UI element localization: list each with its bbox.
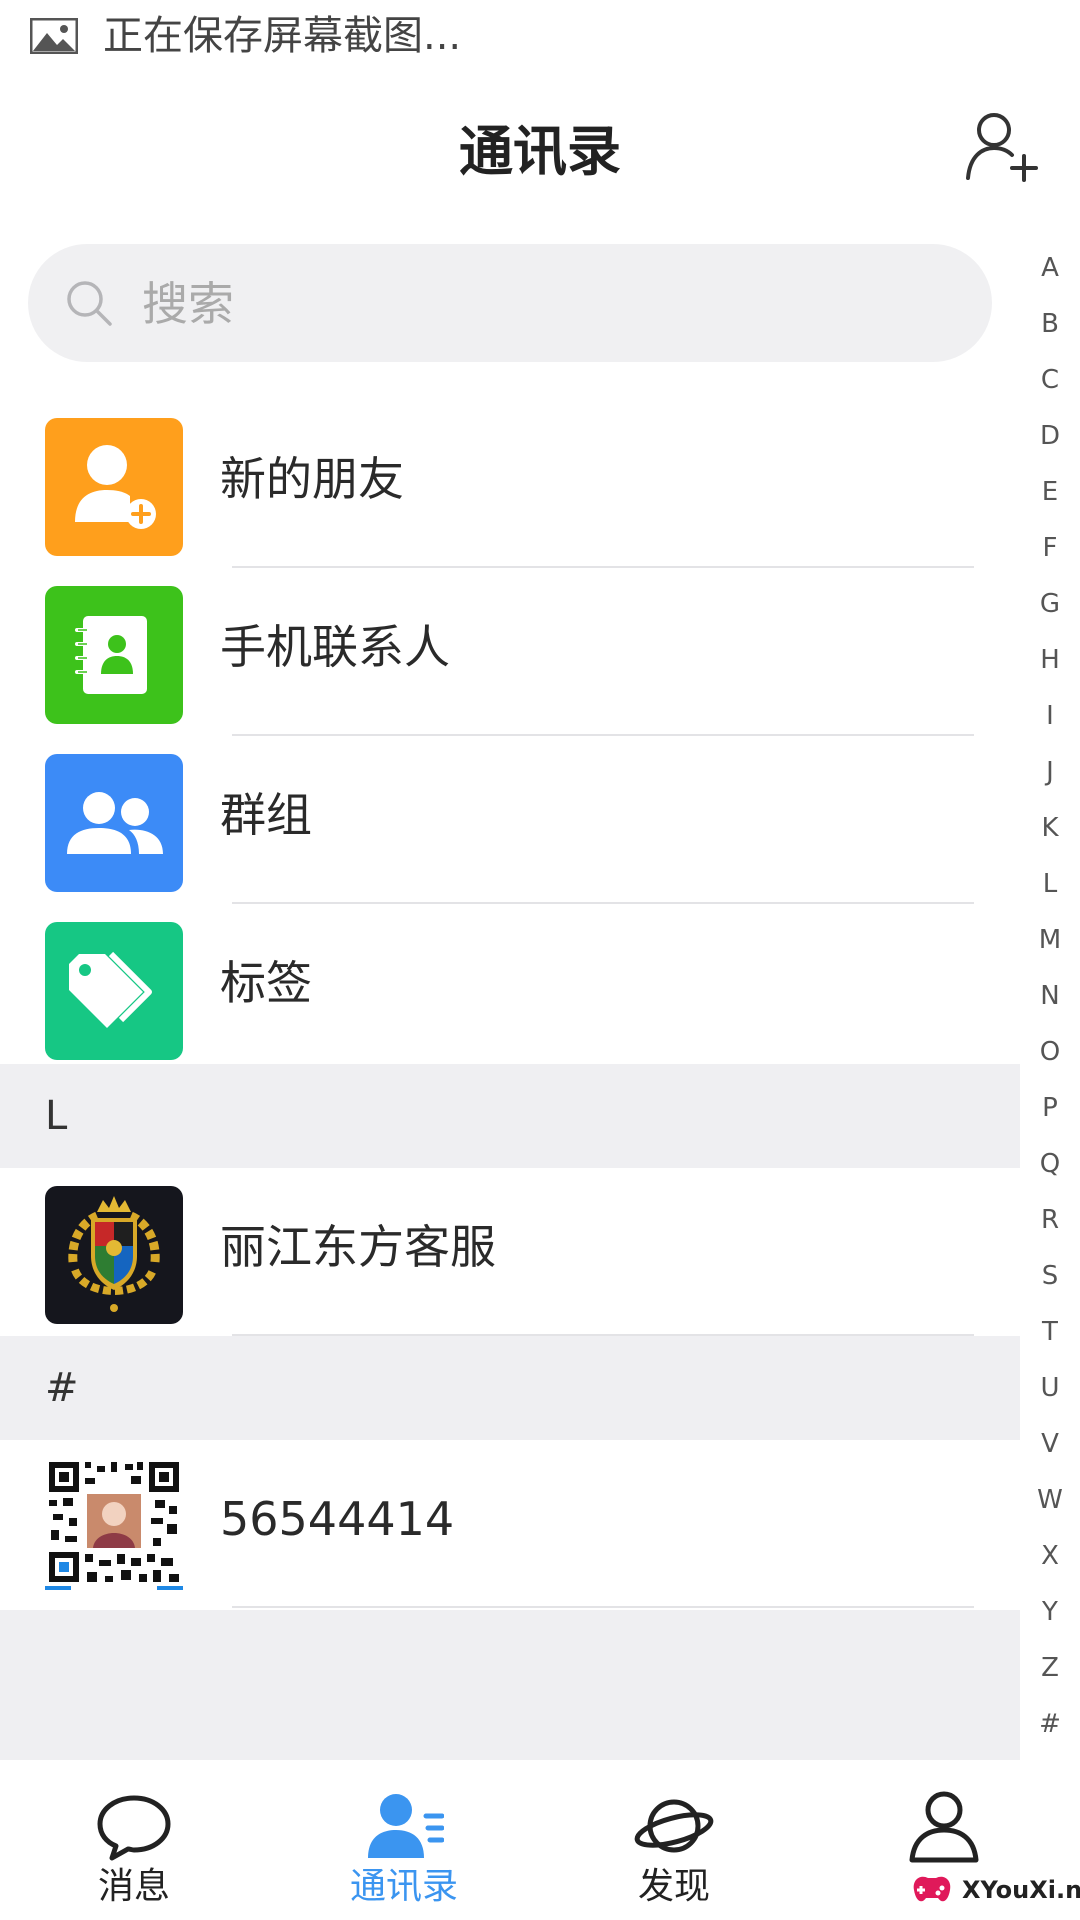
section-letter: # bbox=[45, 1365, 79, 1411]
status-text: 正在保存屏幕截图... bbox=[103, 13, 462, 59]
profile-icon bbox=[909, 1791, 979, 1863]
contact-name: 丽江东方客服 bbox=[220, 1220, 496, 1274]
index-letter[interactable]: Z bbox=[1020, 1648, 1080, 1688]
index-letter[interactable]: E bbox=[1020, 472, 1080, 512]
tags-item[interactable]: 标签 bbox=[0, 904, 1020, 1072]
phone-contacts-label: 手机联系人 bbox=[220, 620, 450, 674]
add-friend-icon bbox=[75, 445, 156, 529]
index-letter[interactable]: W bbox=[1020, 1480, 1080, 1520]
planet-icon bbox=[634, 1799, 714, 1853]
tab-messages[interactable]: 消息 bbox=[34, 1760, 234, 1920]
search-icon bbox=[67, 281, 112, 326]
index-letter[interactable]: C bbox=[1020, 360, 1080, 400]
groups-item[interactable]: 群组 bbox=[0, 736, 1020, 904]
watermark: XYouXi.net bbox=[906, 1864, 1080, 1916]
index-letter[interactable]: # bbox=[1020, 1704, 1080, 1744]
index-letter[interactable]: O bbox=[1020, 1032, 1080, 1072]
tags-label: 标签 bbox=[220, 956, 312, 1010]
tag-icon bbox=[69, 951, 152, 1028]
chat-bubble-icon bbox=[97, 1795, 171, 1861]
index-letter[interactable]: M bbox=[1020, 920, 1080, 960]
crest-logo-icon bbox=[68, 1196, 160, 1312]
section-header-l: L bbox=[0, 1064, 1020, 1168]
tags-tile bbox=[45, 922, 183, 1060]
index-letter[interactable]: R bbox=[1020, 1200, 1080, 1240]
new-friends-tile bbox=[45, 418, 183, 556]
search-input[interactable] bbox=[140, 268, 944, 340]
contacts-icon bbox=[368, 1794, 444, 1858]
group-icon bbox=[67, 792, 163, 854]
empty-list-area bbox=[0, 1610, 1020, 1760]
index-letter[interactable]: S bbox=[1020, 1256, 1080, 1296]
new-friends-label: 新的朋友 bbox=[220, 452, 404, 506]
page-title: 通讯录 bbox=[459, 120, 621, 183]
contact-row[interactable]: 56544414 bbox=[0, 1440, 1020, 1608]
index-letter[interactable]: P bbox=[1020, 1088, 1080, 1128]
index-letter[interactable]: K bbox=[1020, 808, 1080, 848]
alphabet-index[interactable]: A B C D E F G H I J K L M N O P Q R S T … bbox=[1020, 240, 1080, 1760]
header: 通讯录 bbox=[0, 72, 1080, 224]
image-icon bbox=[30, 18, 78, 54]
tab-label: 发现 bbox=[637, 1866, 710, 1907]
index-letter[interactable]: N bbox=[1020, 976, 1080, 1016]
tab-discover[interactable]: 发现 bbox=[574, 1760, 774, 1920]
phone-contacts-icon bbox=[75, 616, 147, 694]
status-bar: 正在保存屏幕截图... bbox=[0, 0, 1080, 72]
section-letter: L bbox=[45, 1093, 68, 1139]
phone-contacts-item[interactable]: 手机联系人 bbox=[0, 568, 1020, 736]
contact-row[interactable]: 丽江东方客服 bbox=[0, 1168, 1020, 1336]
watermark-text: XYouXi.net bbox=[962, 1876, 1080, 1904]
index-letter[interactable]: D bbox=[1020, 416, 1080, 456]
tab-label: 消息 bbox=[97, 1866, 170, 1907]
gamepad-logo-icon bbox=[913, 1876, 951, 1902]
phone-contacts-tile bbox=[45, 586, 183, 724]
index-letter[interactable]: J bbox=[1020, 752, 1080, 792]
contact-name: 56544414 bbox=[220, 1492, 455, 1546]
groups-tile bbox=[45, 754, 183, 892]
index-letter[interactable]: G bbox=[1020, 584, 1080, 624]
avatar bbox=[45, 1186, 183, 1324]
tab-label: 通讯录 bbox=[349, 1866, 458, 1907]
index-letter[interactable]: Y bbox=[1020, 1592, 1080, 1632]
new-friends-item[interactable]: 新的朋友 bbox=[0, 400, 1020, 568]
index-letter[interactable]: A bbox=[1020, 248, 1080, 288]
index-letter[interactable]: V bbox=[1020, 1424, 1080, 1464]
index-letter[interactable]: X bbox=[1020, 1536, 1080, 1576]
add-contact-icon[interactable] bbox=[964, 108, 1040, 184]
index-letter[interactable]: F bbox=[1020, 528, 1080, 568]
tab-contacts[interactable]: 通讯录 bbox=[304, 1760, 504, 1920]
divider bbox=[232, 1606, 974, 1608]
index-letter[interactable]: I bbox=[1020, 696, 1080, 736]
avatar bbox=[45, 1458, 183, 1596]
index-letter[interactable]: B bbox=[1020, 304, 1080, 344]
index-letter[interactable]: T bbox=[1020, 1312, 1080, 1352]
groups-label: 群组 bbox=[220, 788, 312, 842]
search-bar[interactable] bbox=[28, 244, 992, 362]
index-letter[interactable]: L bbox=[1020, 864, 1080, 904]
index-letter[interactable]: H bbox=[1020, 640, 1080, 680]
index-letter[interactable]: U bbox=[1020, 1368, 1080, 1408]
qr-code-icon bbox=[45, 1462, 183, 1590]
index-letter[interactable]: Q bbox=[1020, 1144, 1080, 1184]
section-header-hash: # bbox=[0, 1336, 1020, 1440]
